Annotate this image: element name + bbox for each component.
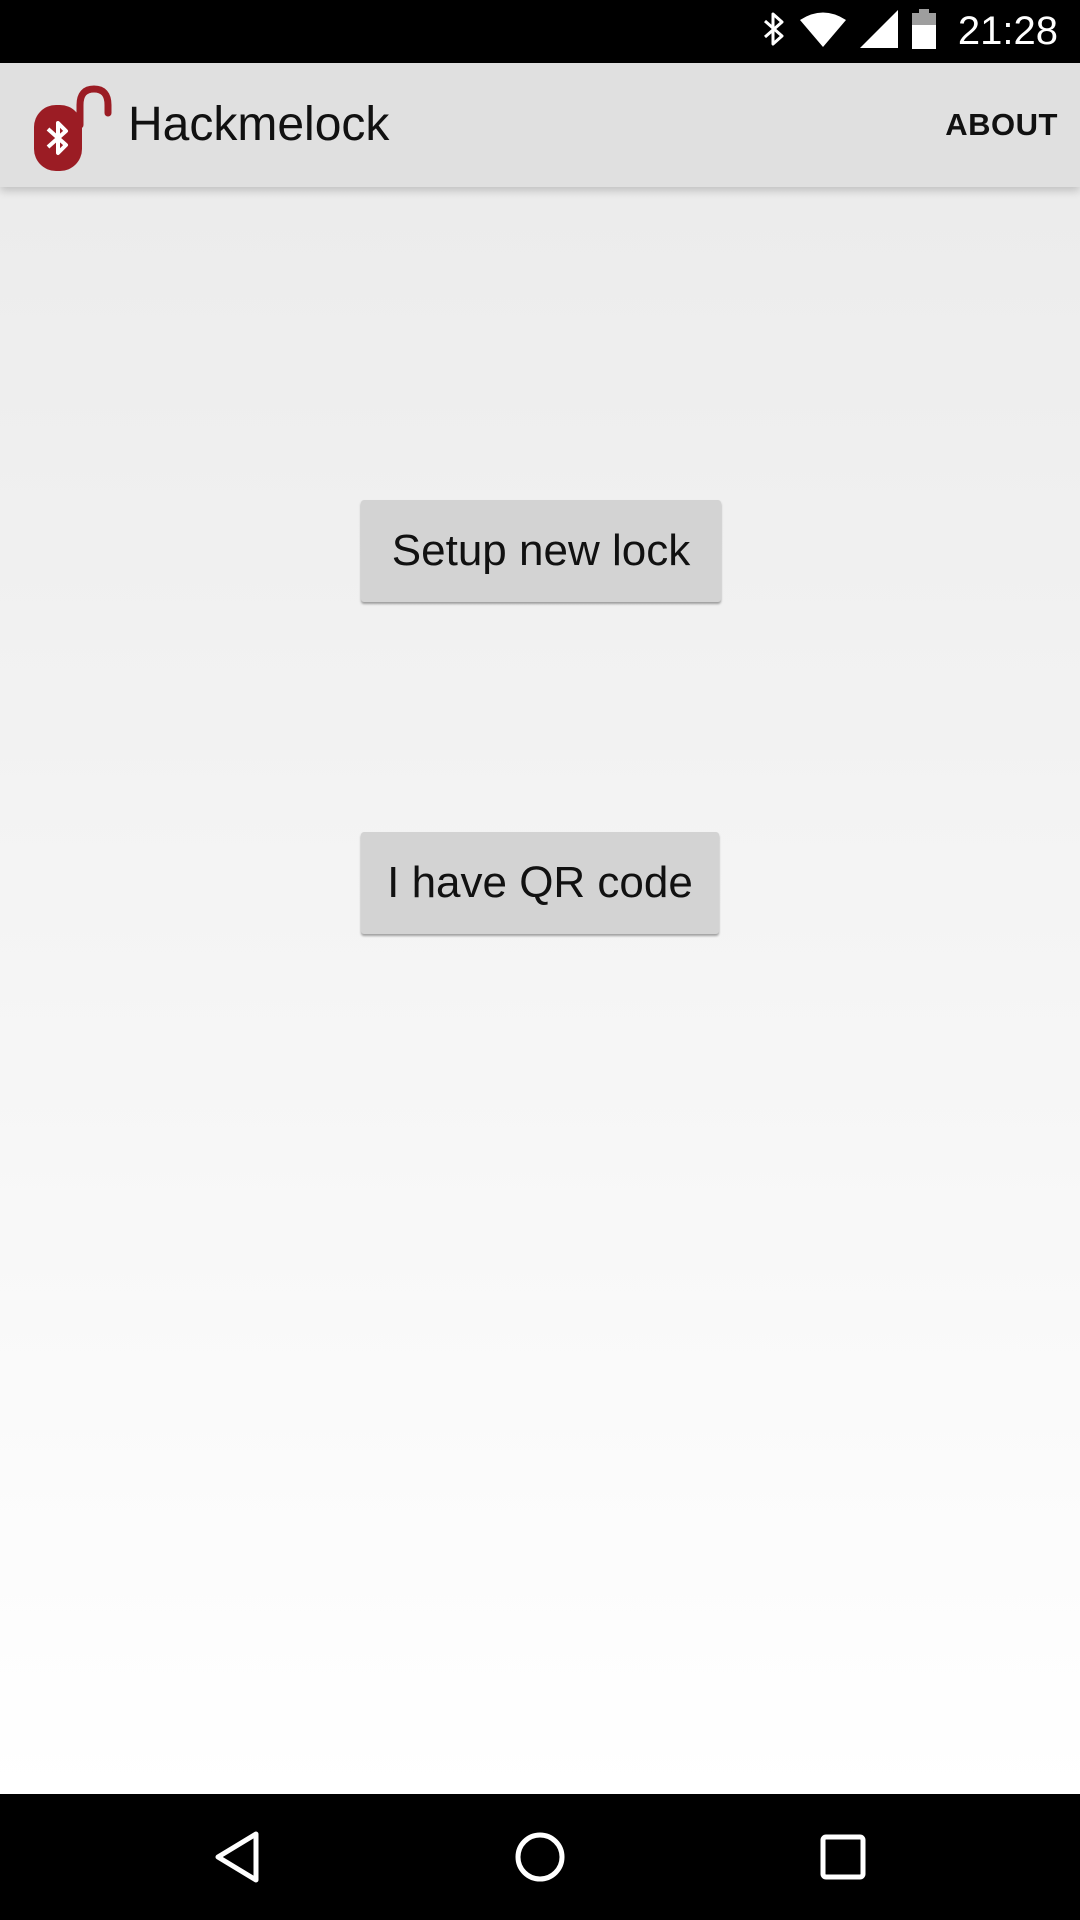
about-button[interactable]: ABOUT: [945, 63, 1058, 187]
status-bar: 21:28: [0, 0, 1080, 63]
main-content: Setup new lock I have QR code: [0, 187, 1080, 1794]
lock-logo-icon: [32, 83, 116, 173]
app-title: Hackmelock: [128, 98, 390, 151]
bluetooth-icon: [762, 11, 786, 52]
wifi-icon: [799, 11, 846, 52]
status-time: 21:28: [957, 9, 1058, 53]
home-icon[interactable]: [480, 1794, 600, 1920]
status-icons: 21:28: [762, 0, 1058, 63]
navigation-bar: [0, 1794, 1080, 1920]
battery-icon: [911, 9, 936, 54]
recents-icon[interactable]: [783, 1794, 903, 1920]
setup-new-lock-button[interactable]: Setup new lock: [361, 500, 721, 602]
app-bar: Hackmelock ABOUT: [0, 63, 1080, 187]
back-icon[interactable]: [177, 1794, 297, 1920]
qr-code-button[interactable]: I have QR code: [361, 832, 719, 934]
signal-icon: [859, 10, 898, 53]
